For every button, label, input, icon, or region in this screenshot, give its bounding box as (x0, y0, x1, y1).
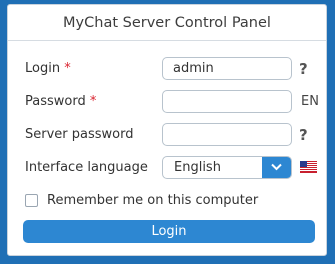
password-label: Password * (25, 90, 96, 114)
login-label-text: Login (25, 61, 61, 76)
remember-checkbox[interactable] (25, 194, 38, 207)
password-row: Password * EN (25, 90, 320, 114)
server-password-row: Server password ? (25, 123, 320, 147)
panel-title: MyChat Server Control Panel (8, 5, 326, 41)
login-label: Login * (25, 57, 71, 81)
login-required-mark: * (64, 61, 71, 76)
keyboard-layout-indicator: EN (301, 94, 319, 109)
login-row: Login * ? (25, 57, 320, 81)
language-dropdown-button[interactable] (262, 157, 291, 178)
language-row: Interface language English (25, 156, 320, 180)
server-password-help-icon[interactable]: ? (299, 123, 308, 147)
server-password-input[interactable] (162, 123, 292, 146)
password-input[interactable] (162, 90, 292, 113)
login-help-icon[interactable]: ? (299, 57, 308, 81)
us-flag-icon (300, 161, 317, 173)
remember-label[interactable]: Remember me on this computer (47, 193, 258, 209)
login-button[interactable]: Login (23, 220, 315, 243)
language-select[interactable]: English (162, 156, 292, 179)
server-password-label: Server password (25, 127, 134, 142)
password-required-mark: * (89, 94, 97, 109)
password-label-text: Password (25, 94, 86, 109)
language-label: Interface language (25, 160, 148, 175)
remember-row: Remember me on this computer (25, 193, 315, 211)
chevron-down-icon (271, 163, 282, 171)
login-panel: MyChat Server Control Panel Login * ? Pa… (7, 4, 327, 256)
language-selected-value: English (174, 160, 221, 175)
login-input[interactable] (162, 57, 292, 80)
